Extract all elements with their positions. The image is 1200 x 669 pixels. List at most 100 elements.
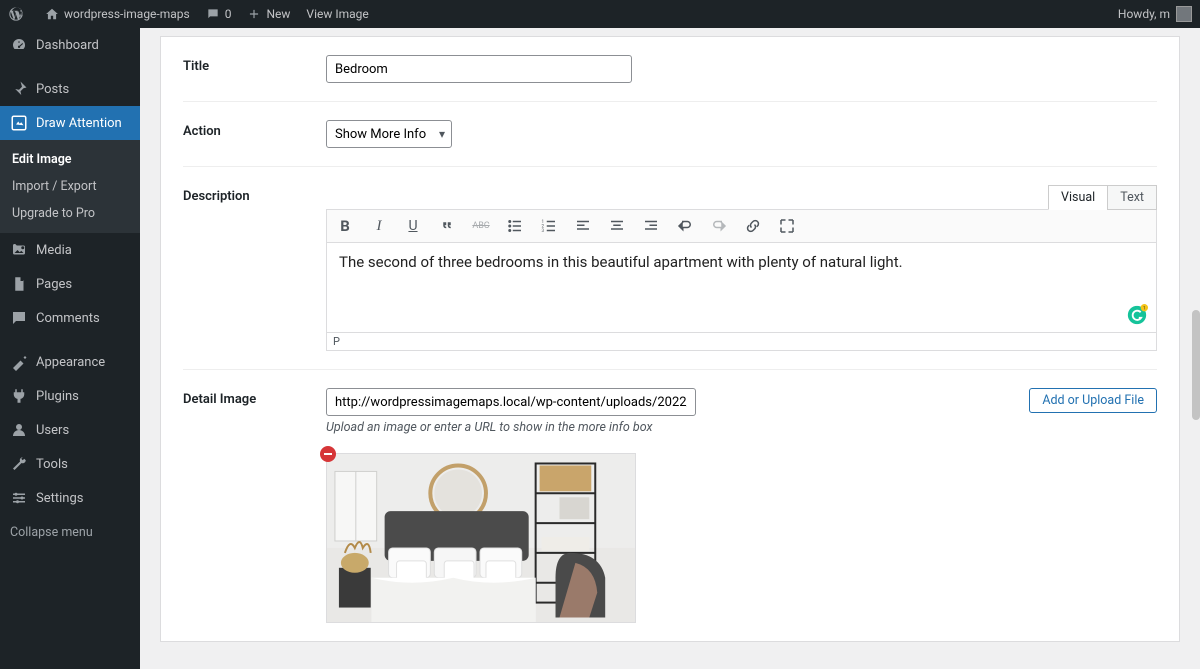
editor-toolbar: B I U ABC 123	[326, 209, 1157, 243]
link-button[interactable]	[741, 214, 765, 238]
wp-logo[interactable]	[0, 0, 37, 28]
action-label: Action	[183, 120, 326, 148]
field-description: Description Visual Text B I U ABC 123	[183, 167, 1157, 370]
detail-image-preview-wrap	[326, 453, 636, 623]
menu-draw-attention[interactable]: Draw Attention	[0, 106, 140, 140]
field-detail-image: Detail Image Add or Upload File Upload a…	[183, 370, 1157, 641]
submenu-upgrade[interactable]: Upgrade to Pro	[0, 200, 140, 227]
account-link[interactable]: Howdy, m	[1110, 0, 1200, 28]
fullscreen-button[interactable]	[775, 214, 799, 238]
detail-image-preview[interactable]	[326, 453, 636, 623]
draw-attention-icon	[10, 114, 28, 132]
menu-posts-label: Posts	[36, 82, 69, 97]
collapse-menu[interactable]: Collapse menu	[0, 515, 140, 550]
menu-comments-label: Comments	[36, 311, 100, 326]
bullet-list-button[interactable]	[503, 214, 527, 238]
italic-button[interactable]: I	[367, 214, 391, 238]
menu-dashboard-label: Dashboard	[36, 38, 99, 53]
howdy-text: Howdy, m	[1118, 7, 1170, 21]
svg-text:1: 1	[1143, 306, 1146, 312]
action-select[interactable]: Show More Info	[326, 120, 452, 148]
menu-users-label: Users	[36, 423, 69, 438]
scrollbar-thumb[interactable]	[1192, 310, 1200, 420]
collapse-label: Collapse menu	[10, 525, 93, 540]
settings-icon	[10, 489, 28, 507]
site-name-link[interactable]: wordpress-image-maps	[37, 0, 198, 28]
menu-appearance[interactable]: Appearance	[0, 345, 140, 379]
description-label: Description	[183, 185, 326, 351]
menu-comments[interactable]: Comments	[0, 301, 140, 335]
appearance-icon	[10, 353, 28, 371]
pages-icon	[10, 275, 28, 293]
menu-tools[interactable]: Tools	[0, 447, 140, 481]
svg-text:3: 3	[542, 228, 545, 234]
grammarly-icon[interactable]: 1	[1126, 304, 1148, 326]
menu-appearance-label: Appearance	[36, 355, 105, 370]
editor-tab-text[interactable]: Text	[1107, 185, 1157, 210]
title-input[interactable]	[326, 55, 632, 83]
numbered-list-button[interactable]: 123	[537, 214, 561, 238]
detail-image-url-input[interactable]	[326, 388, 696, 416]
view-image-label: View Image	[306, 7, 368, 21]
bold-button[interactable]: B	[333, 214, 357, 238]
submenu-import-export[interactable]: Import / Export	[0, 173, 140, 200]
align-right-button[interactable]	[639, 214, 663, 238]
admin-sidebar: Dashboard Posts Draw Attention Edit Imag…	[0, 28, 140, 669]
menu-posts[interactable]: Posts	[0, 72, 140, 106]
comments-link[interactable]: 0	[198, 0, 240, 28]
hotspot-settings-box: Title Action Show More Info Description …	[160, 36, 1180, 642]
field-title: Title	[183, 37, 1157, 102]
menu-plugins-label: Plugins	[36, 389, 79, 404]
view-image-link[interactable]: View Image	[298, 0, 376, 28]
users-icon	[10, 421, 28, 439]
editor-path: P	[333, 335, 340, 348]
wordpress-icon	[8, 6, 24, 22]
blockquote-button[interactable]	[435, 214, 459, 238]
menu-dashboard[interactable]: Dashboard	[0, 28, 140, 62]
media-icon	[10, 241, 28, 259]
menu-plugins[interactable]: Plugins	[0, 379, 140, 413]
title-label: Title	[183, 55, 326, 83]
detail-image-hint: Upload an image or enter a URL to show i…	[326, 420, 1157, 435]
menu-tools-label: Tools	[36, 457, 68, 472]
editor-body[interactable]: The second of three bedrooms in this bea…	[326, 243, 1157, 333]
menu-pages-label: Pages	[36, 277, 72, 292]
admin-bar: wordpress-image-maps 0 New View Image Ho…	[0, 0, 1200, 28]
submenu-draw-attention: Edit Image Import / Export Upgrade to Pr…	[0, 140, 140, 233]
remove-image-button[interactable]	[320, 446, 336, 462]
comments-icon	[10, 309, 28, 327]
menu-media-label: Media	[36, 243, 72, 258]
detail-image-label: Detail Image	[183, 388, 326, 623]
plugins-icon	[10, 387, 28, 405]
plus-icon	[247, 7, 261, 21]
align-center-button[interactable]	[605, 214, 629, 238]
field-action: Action Show More Info	[183, 102, 1157, 167]
add-upload-button[interactable]: Add or Upload File	[1029, 388, 1157, 413]
content-area: Title Action Show More Info Description …	[140, 28, 1200, 669]
tools-icon	[10, 455, 28, 473]
home-icon	[45, 7, 59, 21]
submenu-edit-image[interactable]: Edit Image	[0, 146, 140, 173]
comments-count: 0	[225, 7, 232, 21]
pin-icon	[10, 80, 28, 98]
undo-button[interactable]	[673, 214, 697, 238]
editor-tabs: Visual Text	[326, 185, 1157, 210]
dashboard-icon	[10, 36, 28, 54]
menu-media[interactable]: Media	[0, 233, 140, 267]
menu-settings[interactable]: Settings	[0, 481, 140, 515]
avatar-icon	[1176, 6, 1192, 22]
editor-content: The second of three bedrooms in this bea…	[339, 253, 903, 271]
menu-draw-attention-label: Draw Attention	[36, 116, 122, 131]
new-link[interactable]: New	[239, 0, 298, 28]
menu-settings-label: Settings	[36, 491, 83, 506]
underline-button[interactable]: U	[401, 214, 425, 238]
editor-status-bar: P	[326, 333, 1157, 351]
new-label: New	[266, 7, 290, 21]
strikethrough-button[interactable]: ABC	[469, 214, 493, 238]
admin-bar-left: wordpress-image-maps 0 New View Image	[0, 0, 377, 28]
editor-tab-visual[interactable]: Visual	[1048, 185, 1108, 210]
menu-pages[interactable]: Pages	[0, 267, 140, 301]
align-left-button[interactable]	[571, 214, 595, 238]
redo-button[interactable]	[707, 214, 731, 238]
menu-users[interactable]: Users	[0, 413, 140, 447]
